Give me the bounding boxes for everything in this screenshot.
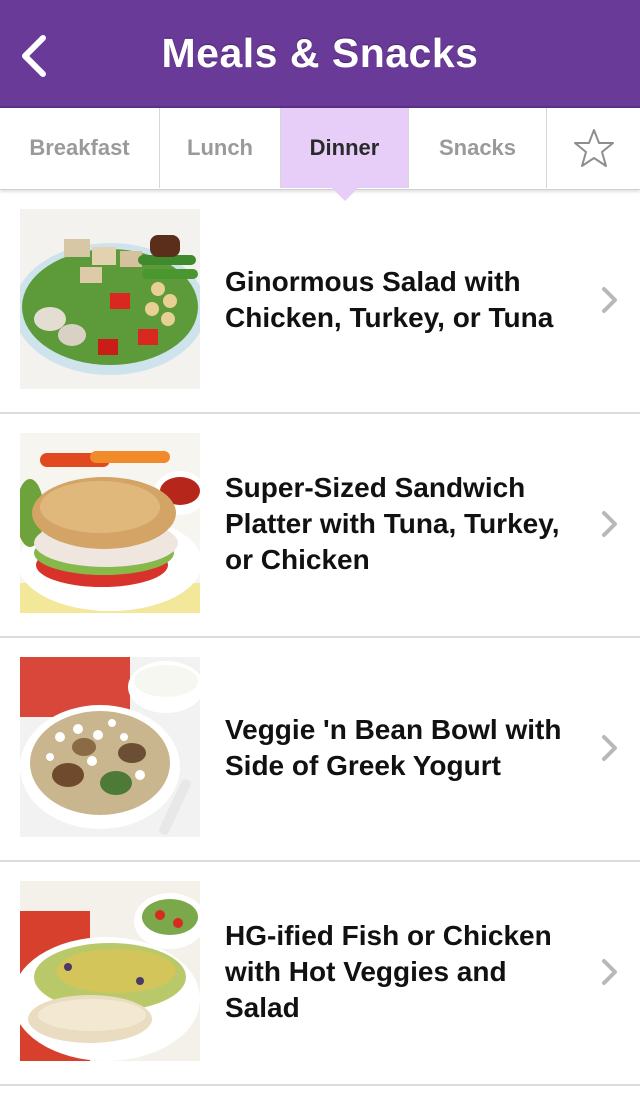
veggie-bowl-photo [20,657,200,837]
fish-plate-photo [20,881,200,1061]
meal-list: Ginormous Salad with Chicken, Turkey, or… [0,190,640,1086]
tab-lunch[interactable]: Lunch [160,108,281,188]
chevron-right-icon [602,959,617,985]
meal-title: Veggie 'n Bean Bowl with Side of Greek Y… [225,714,562,781]
favorites-button[interactable] [547,108,640,188]
back-button[interactable] [6,24,62,88]
tab-breakfast[interactable]: Breakfast [0,108,160,188]
meal-title: HG-ified Fish or Chicken with Hot Veggie… [225,920,552,1023]
tab-snacks[interactable]: Snacks [409,108,547,188]
chevron-right-icon [602,511,617,537]
meal-title: Ginormous Salad with Chicken, Turkey, or… [225,266,554,333]
page-title: Meals & Snacks [161,29,479,76]
chevron-right-icon [602,735,617,761]
navigation-bar: Meals & Snacks [0,0,640,108]
tab-dinner[interactable]: Dinner [281,108,409,201]
list-item[interactable]: Super-Sized Sandwich Platter with Tuna, … [0,414,640,638]
meal-title: Super-Sized Sandwich Platter with Tuna, … [225,472,560,575]
chevron-left-icon [22,35,46,77]
salad-photo [20,209,200,389]
list-item[interactable]: HG-ified Fish or Chicken with Hot Veggie… [0,862,640,1086]
chevron-right-icon [602,287,617,313]
list-item[interactable]: Veggie 'n Bean Bowl with Side of Greek Y… [0,638,640,862]
star-outline-icon [573,129,614,167]
category-tab-bar: Breakfast Lunch Dinner Snacks [0,108,640,201]
list-item[interactable]: Ginormous Salad with Chicken, Turkey, or… [0,190,640,414]
sandwich-photo [20,433,200,613]
